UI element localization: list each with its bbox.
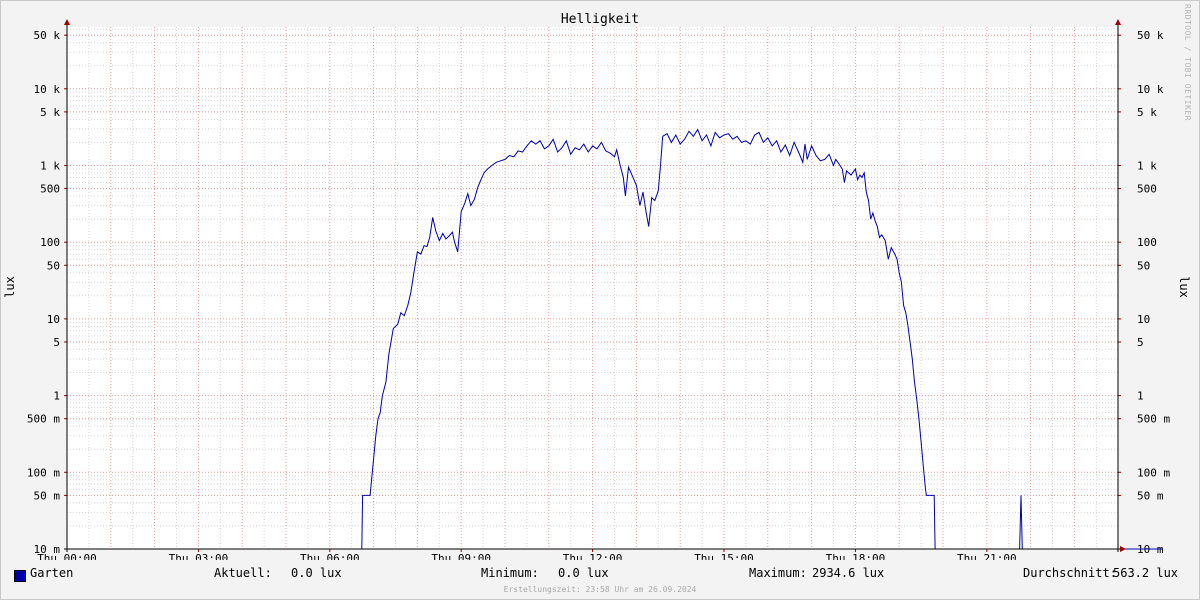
y-tick-label-right: 100 <box>1137 236 1157 249</box>
x-tick-label: Thu 00:00 <box>37 552 97 560</box>
y-axis-label-left: lux <box>3 276 17 298</box>
y-tick-label-right: 1 <box>1137 390 1144 403</box>
y-tick-label-right: 100 m <box>1137 466 1170 479</box>
y-tick-label-left: 50 m <box>34 489 61 502</box>
y-tick-label-right: 50 <box>1137 259 1150 272</box>
y-tick-label-left: 500 <box>40 183 60 196</box>
stat-average-value: 563.2 lux <box>1113 566 1179 580</box>
y-axis-arrow-left <box>64 19 70 25</box>
y-tick-label-right: 10 <box>1137 313 1150 326</box>
x-axis-arrow <box>1120 546 1126 552</box>
lux-chart: Helligkeit lux lux 10 m 10 m50 m 50 m100 m… <box>3 12 1191 560</box>
footer-timestamp: Erstellungszeit: 23:58 Uhr am 26.09.2024 <box>503 585 697 594</box>
y-tick-label-left: 100 <box>40 236 60 249</box>
legend-series-name: Garten <box>30 566 74 580</box>
y-tick-label-right: 5 <box>1137 336 1144 349</box>
x-tick-label: Thu 09:00 <box>431 552 491 560</box>
y-tick-label-right: 500 m <box>1137 413 1170 426</box>
x-tick-label: Thu 03:00 <box>169 552 229 560</box>
y-tick-label-right: 1 k <box>1137 160 1157 173</box>
x-tick-label: Thu 21:00 <box>957 552 1017 560</box>
y-tick-label-left: 50 k <box>34 29 61 42</box>
y-tick-label-left: 1 <box>53 390 60 403</box>
y-tick-label-right: 10 k <box>1137 83 1164 96</box>
y-tick-label-left: 5 <box>53 336 60 349</box>
y-tick-label-right: 50 k <box>1137 29 1164 42</box>
vendor-watermark: RRDTOOL / TOBI OETIKER <box>1183 4 1192 121</box>
legend-swatch-garten <box>14 570 26 582</box>
stat-maximum-value: 2934.6 lux <box>812 566 885 580</box>
y-tick-label-right: 500 <box>1137 183 1157 196</box>
legend: Garten Aktuell: 0.0 lux Minimum: 0.0 lux… <box>0 566 1200 584</box>
y-tick-label-left: 10 <box>47 313 60 326</box>
stat-maximum-label: Maximum: <box>749 566 807 580</box>
stat-average-label: Durchschnitt: <box>1023 566 1117 580</box>
stat-current-label: Aktuell: <box>214 566 272 580</box>
x-tick-label: Thu 12:00 <box>563 552 623 560</box>
x-tick-label: Thu 18:00 <box>826 552 886 560</box>
x-tick-label: Thu 15:00 <box>694 552 754 560</box>
x-tick-label: Thu 06:00 <box>300 552 360 560</box>
y-tick-label-left: 10 k <box>34 83 61 96</box>
y-tick-label-left: 5 k <box>40 106 60 119</box>
stat-current-value: 0.0 lux <box>291 566 342 580</box>
y-axis-label-right: lux <box>1177 276 1191 298</box>
x-axis-ticks: Thu 00:00 Thu 03:00 Thu 06:00 Thu 09:00 Thu … <box>37 549 1017 560</box>
y-tick-label-left: 1 k <box>40 160 60 173</box>
y-tick-label-right: 5 k <box>1137 106 1157 119</box>
y-tick-label-left: 100 m <box>27 466 60 479</box>
y-tick-label-left: 500 m <box>27 413 60 426</box>
y-tick-label-left: 50 <box>47 259 60 272</box>
y-axis-arrow-right <box>1115 19 1121 25</box>
chart-title: Helligkeit <box>561 12 639 27</box>
stat-minimum-value: 0.0 lux <box>558 566 609 580</box>
stat-minimum-label: Minimum: <box>481 566 539 580</box>
y-tick-label-right: 50 m <box>1137 489 1164 502</box>
